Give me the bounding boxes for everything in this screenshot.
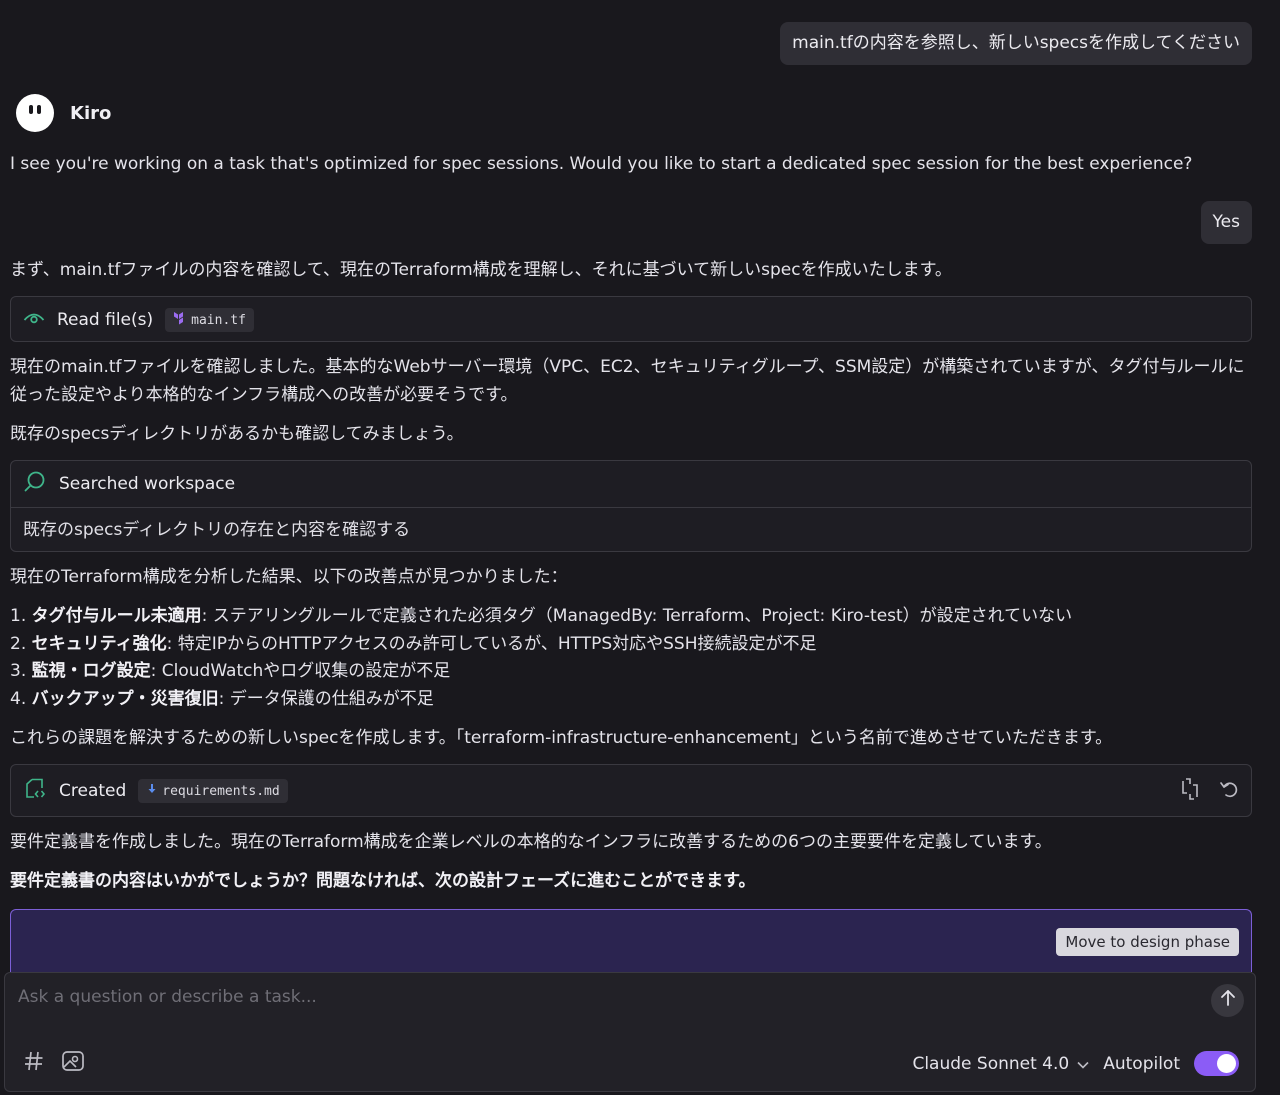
list-item: 3. 監視・ログ設定: CloudWatchやログ収集の設定が不足 <box>10 661 451 681</box>
read-file-card: Read file(s) main.tf <box>10 296 1252 342</box>
move-to-design-button[interactable]: Move to design phase <box>1056 928 1239 956</box>
agent-question: 要件定義書の内容はいかがでしょうか？問題なければ、次の設計フェーズに進むことがで… <box>10 871 756 891</box>
file-chip[interactable]: main.tf <box>165 308 254 332</box>
user-message-yes: Yes <box>1200 201 1252 244</box>
kiro-avatar-icon <box>16 94 54 132</box>
agent-message: 要件定義書を作成しました。現在のTerraform構成を企業レベルの本格的なイン… <box>10 832 1052 852</box>
created-file-card: Created requirements.md <box>10 764 1252 817</box>
user-message: main.tfの内容を参照し、新しいspecsを作成してください <box>780 22 1252 65</box>
markdown-icon <box>146 782 158 800</box>
file-name: main.tf <box>191 312 246 328</box>
terraform-icon <box>173 311 187 329</box>
agent-message: 現在のmain.tfファイルを確認しました。基本的なWebサーバー環境（VPC、… <box>10 357 1245 405</box>
agent-message: まず、main.tfファイルの内容を確認して、現在のTerraform構成を理解… <box>10 260 952 280</box>
image-upload-icon[interactable] <box>61 1050 85 1077</box>
search-detail: 既存のspecsディレクトリの存在と内容を確認する <box>11 507 1251 552</box>
chat-composer: Ask a question or describe a task... Cla… <box>4 972 1256 1092</box>
chat-thread: main.tfの内容を参照し、新しいspecsを作成してください Kiro I … <box>10 0 1252 972</box>
card-label: Searched workspace <box>59 474 236 494</box>
chevron-down-icon <box>1077 1054 1089 1074</box>
eye-icon <box>23 310 45 331</box>
compare-icon[interactable] <box>1179 777 1201 805</box>
undo-icon[interactable] <box>1219 779 1239 804</box>
agent-message: 既存のspecsディレクトリがあるかも確認してみましょう。 <box>10 424 464 444</box>
model-name: Claude Sonnet 4.0 <box>912 1053 1070 1074</box>
model-selector[interactable]: Claude Sonnet 4.0 <box>912 1054 1089 1074</box>
card-label: Read file(s) <box>57 310 154 330</box>
file-code-icon <box>23 777 47 806</box>
chat-input[interactable]: Ask a question or describe a task... <box>18 987 317 1007</box>
arrow-up-icon <box>1220 989 1236 1012</box>
agent-message: これらの課題を解決するための新しいspecを作成します。「terraform-i… <box>10 728 1113 748</box>
agent-name: Kiro <box>70 102 112 124</box>
agent-message-intro: I see you're working on a task that's op… <box>10 154 1193 174</box>
phase-panel: Move to design phase <box>10 909 1252 972</box>
autopilot-label: Autopilot <box>1103 1053 1180 1074</box>
agent-header: Kiro <box>16 94 111 132</box>
send-button[interactable] <box>1211 984 1244 1017</box>
card-label: Created <box>59 781 127 801</box>
list-item: 4. バックアップ・災害復旧: データ保護の仕組みが不足 <box>10 688 434 709</box>
issue-list: 1. タグ付与ルール未適用: ステアリングルールで定義された必須タグ（Manag… <box>10 603 1072 713</box>
list-item: 2. セキュリティ強化: 特定IPからのHTTPアクセスのみ許可しているが、HT… <box>10 633 817 654</box>
autopilot-toggle[interactable] <box>1194 1051 1239 1076</box>
file-name: requirements.md <box>162 783 280 799</box>
agent-message: 現在のTerraform構成を分析した結果、以下の改善点が見つかりました： <box>10 567 568 587</box>
search-icon <box>23 470 47 499</box>
search-card: Searched workspace 既存のspecsディレクトリの存在と内容を… <box>10 460 1252 552</box>
hashtag-icon[interactable] <box>23 1050 45 1077</box>
file-chip[interactable]: requirements.md <box>138 779 288 803</box>
list-item: 1. タグ付与ルール未適用: ステアリングルールで定義された必須タグ（Manag… <box>10 606 1073 626</box>
